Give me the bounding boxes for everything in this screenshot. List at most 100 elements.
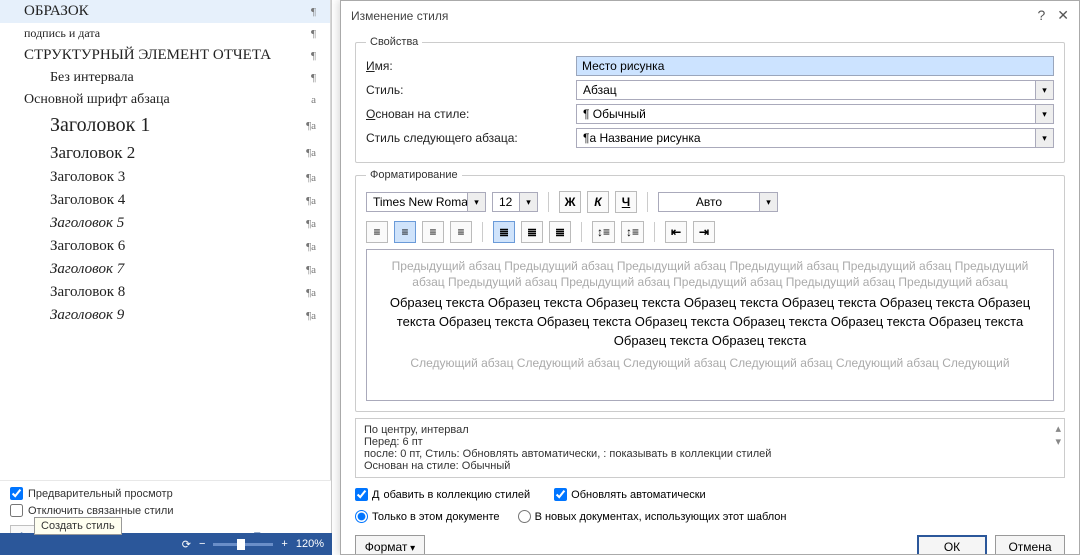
ok-button[interactable]: ОК bbox=[917, 535, 987, 554]
style-item[interactable]: Заголовок 9¶a bbox=[0, 304, 330, 327]
style-type-combo[interactable]: Абзац▾ bbox=[576, 80, 1054, 100]
cancel-button[interactable]: Отмена bbox=[995, 535, 1065, 554]
formatting-section: Форматирование Times New Roman▾ 12▾ Ж К … bbox=[355, 169, 1065, 412]
align-right-button[interactable]: ≡ bbox=[422, 221, 444, 243]
paragraph-mark-icon: ¶a bbox=[306, 241, 316, 253]
style-item-label: Заголовок 7 bbox=[50, 261, 124, 278]
style-item[interactable]: СТРУКТУРНЫЙ ЭЛЕМЕНТ ОТЧЕТА¶ bbox=[0, 44, 330, 67]
linked-checkbox[interactable]: Отключить связанные стили bbox=[10, 504, 321, 517]
style-item[interactable]: Заголовок 2 ¶a bbox=[0, 140, 330, 166]
style-item-label: Заголовок 5 bbox=[50, 215, 124, 232]
next-style-combo[interactable]: ¶a Название рисунка▾ bbox=[576, 128, 1054, 148]
preview-checkbox[interactable]: Предварительный просмотр bbox=[10, 487, 321, 500]
indent-inc-button[interactable]: ⇥ bbox=[693, 221, 715, 243]
bold-button[interactable]: Ж bbox=[559, 191, 581, 213]
style-item[interactable]: Основной шрифт абзаца a bbox=[0, 89, 330, 111]
dialog-title: Изменение стиля bbox=[351, 9, 448, 23]
paragraph-mark-icon: ¶a bbox=[306, 264, 316, 276]
add-collection-checkbox[interactable]: Добавить в коллекцию стилей bbox=[355, 488, 530, 501]
style-item[interactable]: Заголовок 5 ¶a bbox=[0, 212, 330, 235]
paragraph-mark-icon: ¶ bbox=[311, 6, 316, 18]
new-style-tooltip: Создать стиль bbox=[34, 517, 122, 535]
paragraph-mark-icon: ¶a bbox=[306, 195, 316, 207]
name-field[interactable] bbox=[576, 56, 1054, 76]
style-item-label: Заголовок 8 bbox=[50, 284, 125, 301]
zoom-value[interactable]: 120% bbox=[296, 538, 324, 550]
style-item[interactable]: Без интервала ¶ bbox=[0, 67, 330, 89]
chevron-down-icon: ▾ bbox=[468, 192, 486, 212]
zoom-slider[interactable] bbox=[213, 543, 273, 546]
style-item-label: Заголовок 2 bbox=[50, 143, 135, 163]
zoom-out-button[interactable]: − bbox=[199, 538, 205, 550]
space-before-inc-button[interactable]: ↕≡ bbox=[592, 221, 615, 243]
italic-button[interactable]: К bbox=[587, 191, 609, 213]
preview-checkbox-input[interactable] bbox=[10, 487, 23, 500]
align-center-button[interactable]: ≡ bbox=[394, 221, 416, 243]
paragraph-mark-icon: ¶ bbox=[311, 50, 316, 62]
style-item-label: Без интервала bbox=[50, 70, 134, 86]
style-item[interactable]: Заголовок 7 ¶a bbox=[0, 258, 330, 281]
paragraph-mark-icon: ¶a bbox=[306, 147, 316, 159]
only-doc-radio[interactable]: Только в этом документе bbox=[355, 510, 500, 523]
close-icon[interactable]: ✕ bbox=[1057, 7, 1069, 24]
summary-line-3: после: 0 пт, Стиль: Обновлять автоматиче… bbox=[364, 448, 1056, 460]
style-item[interactable]: подпись и дата ¶ bbox=[0, 23, 330, 44]
linespacing-15-button[interactable]: ≣ bbox=[521, 221, 543, 243]
based-on-combo[interactable]: ¶ Обычный▾ bbox=[576, 104, 1054, 124]
summary-line-4: Основан на стиле: Обычный bbox=[364, 460, 1056, 472]
modify-style-dialog: Изменение стиля ? ✕ Свойства Имя: Стиль:… bbox=[340, 0, 1080, 555]
preview-pane: Предыдущий абзац Предыдущий абзац Предыд… bbox=[366, 249, 1054, 401]
style-item[interactable]: Заголовок 6 ¶a bbox=[0, 235, 330, 258]
styles-list[interactable]: ОБРАЗОК¶подпись и дата¶СТРУКТУРНЫЙ ЭЛЕМЕ… bbox=[0, 0, 331, 480]
style-item-label: подпись и дата bbox=[24, 26, 100, 41]
chevron-down-icon: ▾ bbox=[760, 192, 778, 212]
properties-section: Свойства Имя: Стиль: Абзац▾ Основан на с… bbox=[355, 36, 1065, 163]
summary-line-1: По центру, интервал bbox=[364, 424, 1056, 436]
preview-sample: Образец текста Образец текста Образец те… bbox=[381, 294, 1039, 351]
style-item[interactable]: Заголовок 1¶a bbox=[0, 111, 330, 140]
linked-checkbox-input[interactable] bbox=[10, 504, 23, 517]
align-justify-button[interactable]: ≡ bbox=[450, 221, 472, 243]
paragraph-mark-icon: a bbox=[311, 94, 316, 106]
style-item[interactable]: Заголовок 8 ¶a bbox=[0, 281, 330, 304]
paragraph-mark-icon: ¶a bbox=[306, 218, 316, 230]
help-icon[interactable]: ? bbox=[1037, 7, 1045, 24]
paragraph-mark-icon: ¶a bbox=[306, 287, 316, 299]
style-item[interactable]: ОБРАЗОК¶ bbox=[0, 0, 330, 23]
styles-panel: ОБРАЗОК¶подпись и дата¶СТРУКТУРНЫЙ ЭЛЕМЕ… bbox=[0, 0, 332, 555]
scroll-up-icon[interactable]: ▴▾ bbox=[1055, 422, 1061, 448]
indent-dec-button[interactable]: ⇤ bbox=[665, 221, 687, 243]
paragraph-mark-icon: ¶ bbox=[311, 72, 316, 84]
paragraph-mark-icon: ¶ bbox=[311, 28, 316, 40]
style-item[interactable]: Заголовок 4 ¶a bbox=[0, 189, 330, 212]
zoom-in-button[interactable]: + bbox=[281, 538, 287, 550]
chevron-down-icon[interactable]: ▾ bbox=[1036, 128, 1054, 148]
preview-next: Следующий абзац Следующий абзац Следующи… bbox=[381, 355, 1039, 371]
underline-button[interactable]: Ч bbox=[615, 191, 637, 213]
font-size-combo[interactable]: 12▾ bbox=[492, 192, 538, 212]
summary-line-2: Перед: 6 пт bbox=[364, 436, 1056, 448]
linespacing-2-button[interactable]: ≣ bbox=[549, 221, 571, 243]
style-item-label: Заголовок 4 bbox=[50, 192, 125, 209]
auto-update-checkbox[interactable]: Обновлять автоматически bbox=[554, 488, 706, 501]
style-item-label: Основной шрифт абзаца bbox=[24, 92, 170, 108]
properties-legend: Свойства bbox=[366, 36, 422, 48]
dialog-titlebar[interactable]: Изменение стиля ? ✕ bbox=[341, 1, 1079, 30]
chevron-down-icon[interactable]: ▾ bbox=[1036, 80, 1054, 100]
status-bar: ⟳ − + 120% bbox=[0, 533, 332, 555]
new-docs-radio[interactable]: В новых документах, использующих этот ша… bbox=[518, 510, 787, 523]
paragraph-mark-icon: ¶a bbox=[306, 120, 316, 132]
record-icon[interactable]: ⟳ bbox=[182, 538, 191, 551]
chevron-down-icon[interactable]: ▾ bbox=[1036, 104, 1054, 124]
preview-label: Предварительный просмотр bbox=[28, 488, 173, 500]
style-item[interactable]: Заголовок 3¶a bbox=[0, 166, 330, 189]
name-label: Имя: bbox=[366, 59, 576, 73]
font-color-combo[interactable]: Авто▾ bbox=[658, 192, 778, 212]
style-item-label: Заголовок 6 bbox=[50, 238, 125, 255]
linespacing-1-button[interactable]: ≣ bbox=[493, 221, 515, 243]
chevron-down-icon: ▾ bbox=[520, 192, 538, 212]
space-before-dec-button[interactable]: ↕≡ bbox=[621, 221, 644, 243]
font-family-combo[interactable]: Times New Roman▾ bbox=[366, 192, 486, 212]
format-dropdown-button[interactable]: Формат bbox=[355, 535, 425, 554]
align-left-button[interactable]: ≡ bbox=[366, 221, 388, 243]
